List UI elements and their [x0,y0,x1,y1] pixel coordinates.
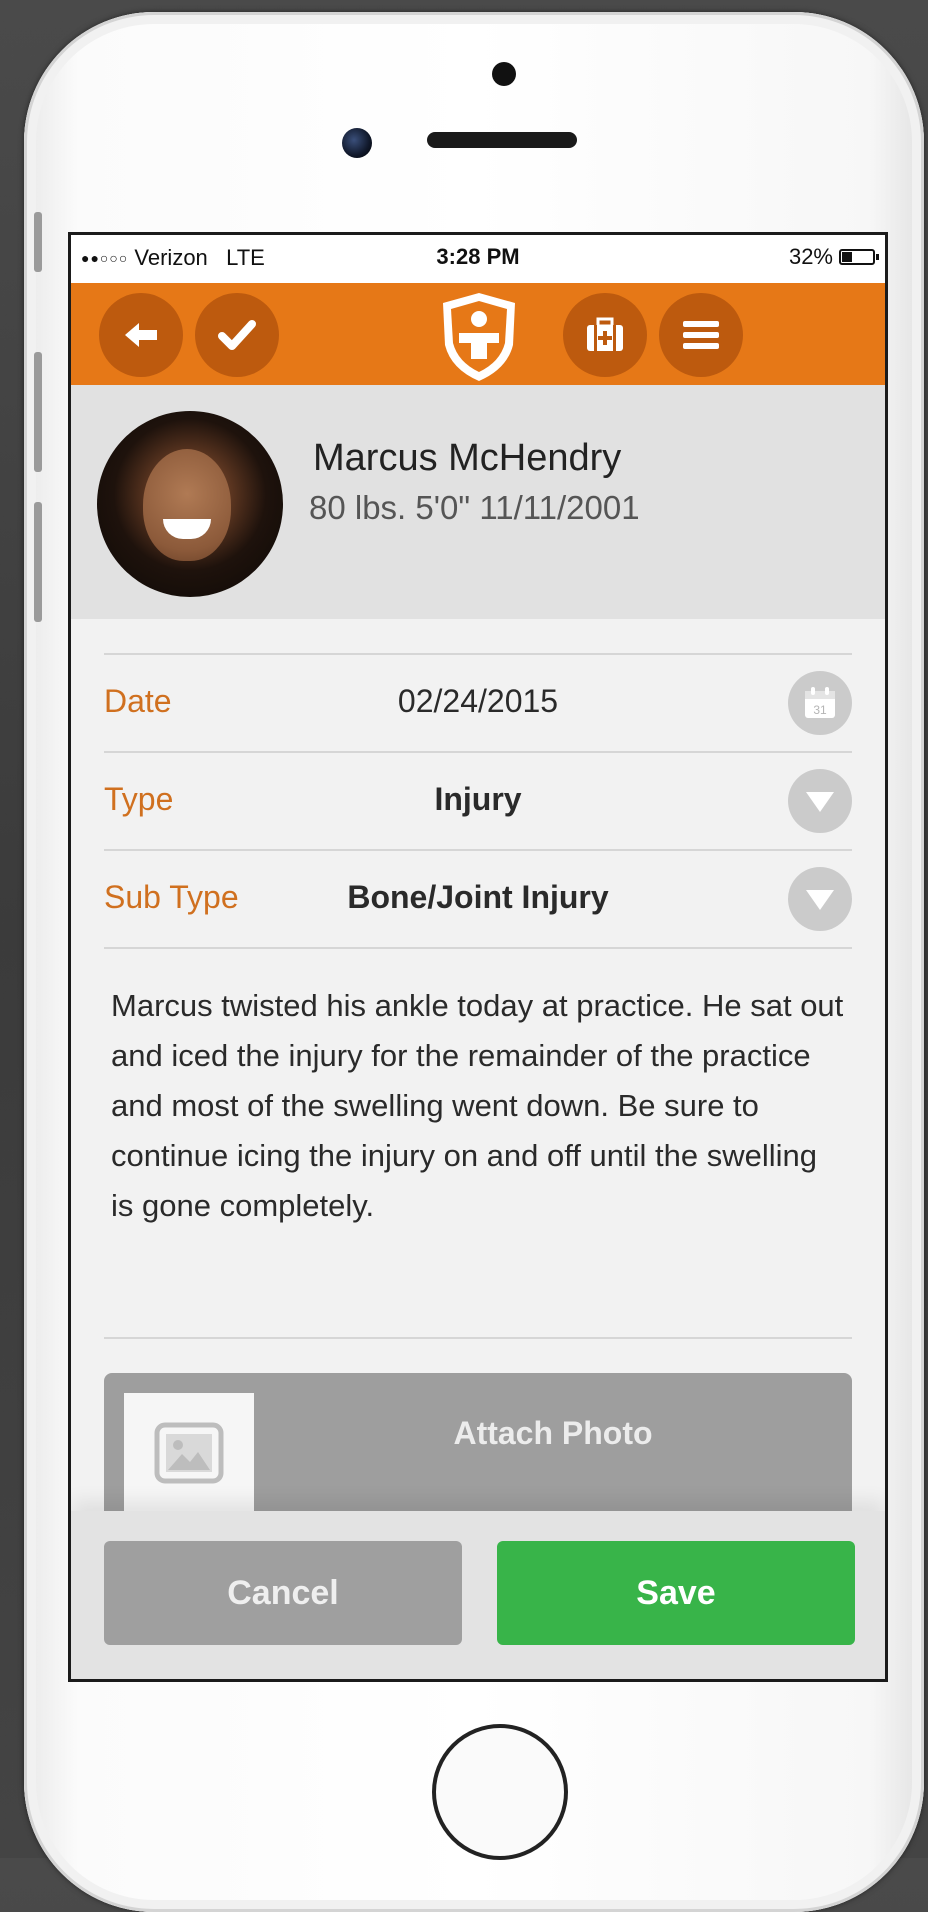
first-aid-button[interactable] [563,293,647,377]
calendar-day: 31 [813,703,827,717]
back-button[interactable] [99,293,183,377]
back-arrow-icon [125,323,157,347]
subtype-dropdown-button[interactable] [788,867,852,931]
mute-switch [34,212,42,272]
patient-weight: 80 lbs. [309,489,407,526]
subtype-row[interactable]: Sub Type Bone/Joint Injury [104,851,852,947]
attach-photo-label: Attach Photo [453,1415,653,1451]
checkmark-icon [218,320,256,350]
photo-thumbnail [124,1393,254,1513]
volume-down-button [34,502,42,622]
divider [104,947,852,949]
type-dropdown-button[interactable] [788,769,852,833]
injury-form: Date 02/24/2015 31 Type Injury Sub Type … [71,619,885,1679]
nav-bar [71,283,885,385]
status-bar: ●●○○○ Verizon LTE 3:28 PM 32% [71,235,885,283]
type-row[interactable]: Type Injury [104,753,852,849]
first-aid-kit-icon [587,317,623,351]
battery-status: 32% [788,244,879,270]
divider [104,1337,852,1339]
attach-photo-button[interactable]: Attach Photo [104,1373,852,1513]
calendar-button[interactable]: 31 [788,671,852,735]
patient-stats: 80 lbs. 5'0" 11/11/2001 [309,489,640,527]
patient-dob: 11/11/2001 [479,489,640,526]
action-footer: Cancel Save [71,1511,885,1679]
image-placeholder-icon [154,1422,224,1484]
avatar [97,411,283,597]
save-button[interactable]: Save [497,1541,855,1645]
date-row[interactable]: Date 02/24/2015 31 [104,655,852,751]
menu-button[interactable] [659,293,743,377]
patient-height: 5'0" [415,489,471,526]
type-value[interactable]: Injury [104,781,852,818]
medical-shield-logo-icon [443,293,515,381]
cancel-button[interactable]: Cancel [104,1541,462,1645]
home-button[interactable] [432,1724,568,1860]
confirm-button[interactable] [195,293,279,377]
subtype-value[interactable]: Bone/Joint Injury [104,879,852,916]
notes-textarea[interactable]: Marcus twisted his ankle today at practi… [111,981,845,1231]
calendar-icon: 31 [805,687,835,718]
battery-icon [839,249,879,265]
earpiece-speaker [427,132,577,148]
proximity-sensor [492,62,516,86]
app-screen: ●●○○○ Verizon LTE 3:28 PM 32% Marcus McH… [68,232,888,1682]
volume-up-button [34,352,42,472]
front-camera [342,128,372,158]
date-value[interactable]: 02/24/2015 [104,683,852,720]
battery-percent: 32% [788,244,833,269]
dropdown-icon [806,890,834,910]
patient-name: Marcus McHendry [313,437,622,479]
hamburger-menu-icon [683,321,719,349]
dropdown-icon [806,792,834,812]
patient-profile: Marcus McHendry 80 lbs. 5'0" 11/11/2001 [71,385,885,619]
clock: 3:28 PM [436,244,520,269]
